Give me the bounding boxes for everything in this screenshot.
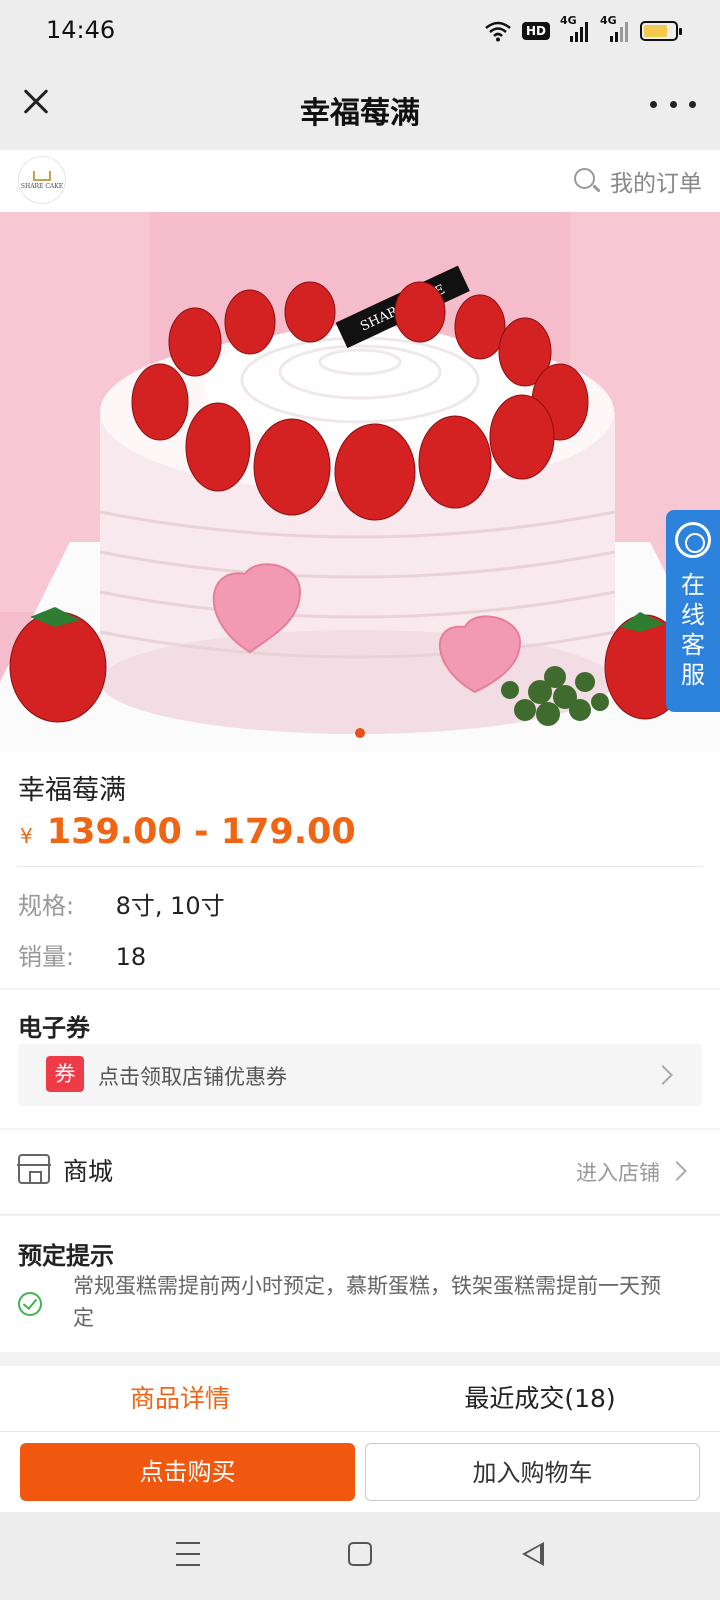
online-service-label: 在线客服 <box>681 571 705 689</box>
add-to-cart-button[interactable]: 加入购物车 <box>365 1443 700 1501</box>
chevron-right-icon <box>653 1065 673 1085</box>
tab-product-details[interactable]: 商品详情 <box>0 1366 360 1432</box>
battery-fill <box>644 25 667 37</box>
carousel-dot[interactable] <box>355 728 365 738</box>
tab-recent-transactions[interactable]: 最近成交(18) <box>360 1366 720 1432</box>
store-icon <box>17 1154 51 1184</box>
divider <box>18 866 702 867</box>
status-icons: HD 4G 4G <box>484 14 682 44</box>
enter-store-link[interactable]: 进入店铺 <box>576 1157 660 1187</box>
product-price: ¥ 139.00 - 179.00 <box>20 812 356 852</box>
buy-button[interactable]: 点击购买 <box>20 1443 355 1501</box>
my-orders-link[interactable]: 我的订单 <box>574 164 702 198</box>
product-image-carousel[interactable]: SHARE CAKE <box>0 212 720 752</box>
menu-icon[interactable] <box>176 1542 200 1566</box>
search-icon <box>574 168 601 194</box>
mall-row[interactable]: 商城 进入店铺 <box>0 1130 720 1214</box>
shop-logo[interactable]: SHARE CAKE <box>18 156 66 204</box>
home-icon[interactable] <box>348 1542 372 1566</box>
signal-label-2: 4G <box>600 14 617 27</box>
claim-coupon-button[interactable]: 券 点击领取店铺优惠券 <box>18 1044 702 1106</box>
sales-label: 销量: <box>18 943 75 971</box>
nav-bar: 幸福莓满 <box>0 64 720 150</box>
check-circle-icon <box>18 1292 42 1316</box>
notice-heading: 预定提示 <box>18 1242 114 1270</box>
notice-text: 常规蛋糕需提前两小时预定，慕斯蛋糕，铁架蛋糕需提前一天预定 <box>73 1274 661 1330</box>
coupon-tag: 券 <box>46 1056 84 1092</box>
shop-logo-text: SHARE CAKE <box>20 182 64 190</box>
back-icon[interactable] <box>522 1542 544 1566</box>
system-nav-bar <box>0 1512 720 1600</box>
currency-symbol: ¥ <box>20 824 33 848</box>
spec-row: 规格: 8寸, 10寸 <box>18 886 225 921</box>
coupon-text: 点击领取店铺优惠券 <box>98 1065 287 1089</box>
detail-tabs: 商品详情 最近成交(18) <box>0 1366 720 1432</box>
spec-value: 8寸, 10寸 <box>115 892 225 920</box>
coupon-section: 电子券 券 点击领取店铺优惠券 <box>0 990 720 1128</box>
battery-icon <box>640 21 682 41</box>
sales-value: 18 <box>115 943 147 971</box>
spec-label: 规格: <box>18 892 75 920</box>
hd-badge: HD <box>521 22 550 40</box>
signal-icon-2: 4G <box>600 14 630 44</box>
cake-image: SHARE CAKE <box>0 212 720 752</box>
shop-bar: SHARE CAKE 我的订单 <box>0 150 720 212</box>
more-icon[interactable] <box>650 92 696 116</box>
status-time: 14:46 <box>46 16 116 44</box>
crown-icon <box>33 170 51 181</box>
action-bar: 点击购买 加入购物车 <box>0 1432 720 1512</box>
mall-label: 商城 <box>63 1157 114 1186</box>
divider <box>0 1214 720 1215</box>
product-info: 幸福莓满 ¥ 139.00 - 179.00 规格: 8寸, 10寸 销量: 1… <box>0 752 720 988</box>
signal-label: 4G <box>560 14 577 27</box>
sales-row: 销量: 18 <box>18 937 146 972</box>
page-title: 幸福莓满 <box>300 96 420 131</box>
product-name: 幸福莓满 <box>18 775 126 806</box>
online-service-button[interactable]: 在线客服 <box>666 510 720 712</box>
price-range: 139.00 - 179.00 <box>46 812 356 852</box>
headset-icon <box>675 522 711 558</box>
chevron-right-icon <box>667 1161 687 1181</box>
status-bar: 14:46 HD 4G 4G <box>0 0 720 64</box>
coupon-heading: 电子券 <box>18 1014 90 1042</box>
carousel-dots <box>0 728 720 738</box>
wifi-icon <box>485 21 511 42</box>
my-orders-label: 我的订单 <box>610 171 702 197</box>
reservation-notice: 预定提示 常规蛋糕需提前两小时预定，慕斯蛋糕，铁架蛋糕需提前一天预定 <box>0 1216 720 1352</box>
signal-icon: 4G <box>560 14 590 44</box>
